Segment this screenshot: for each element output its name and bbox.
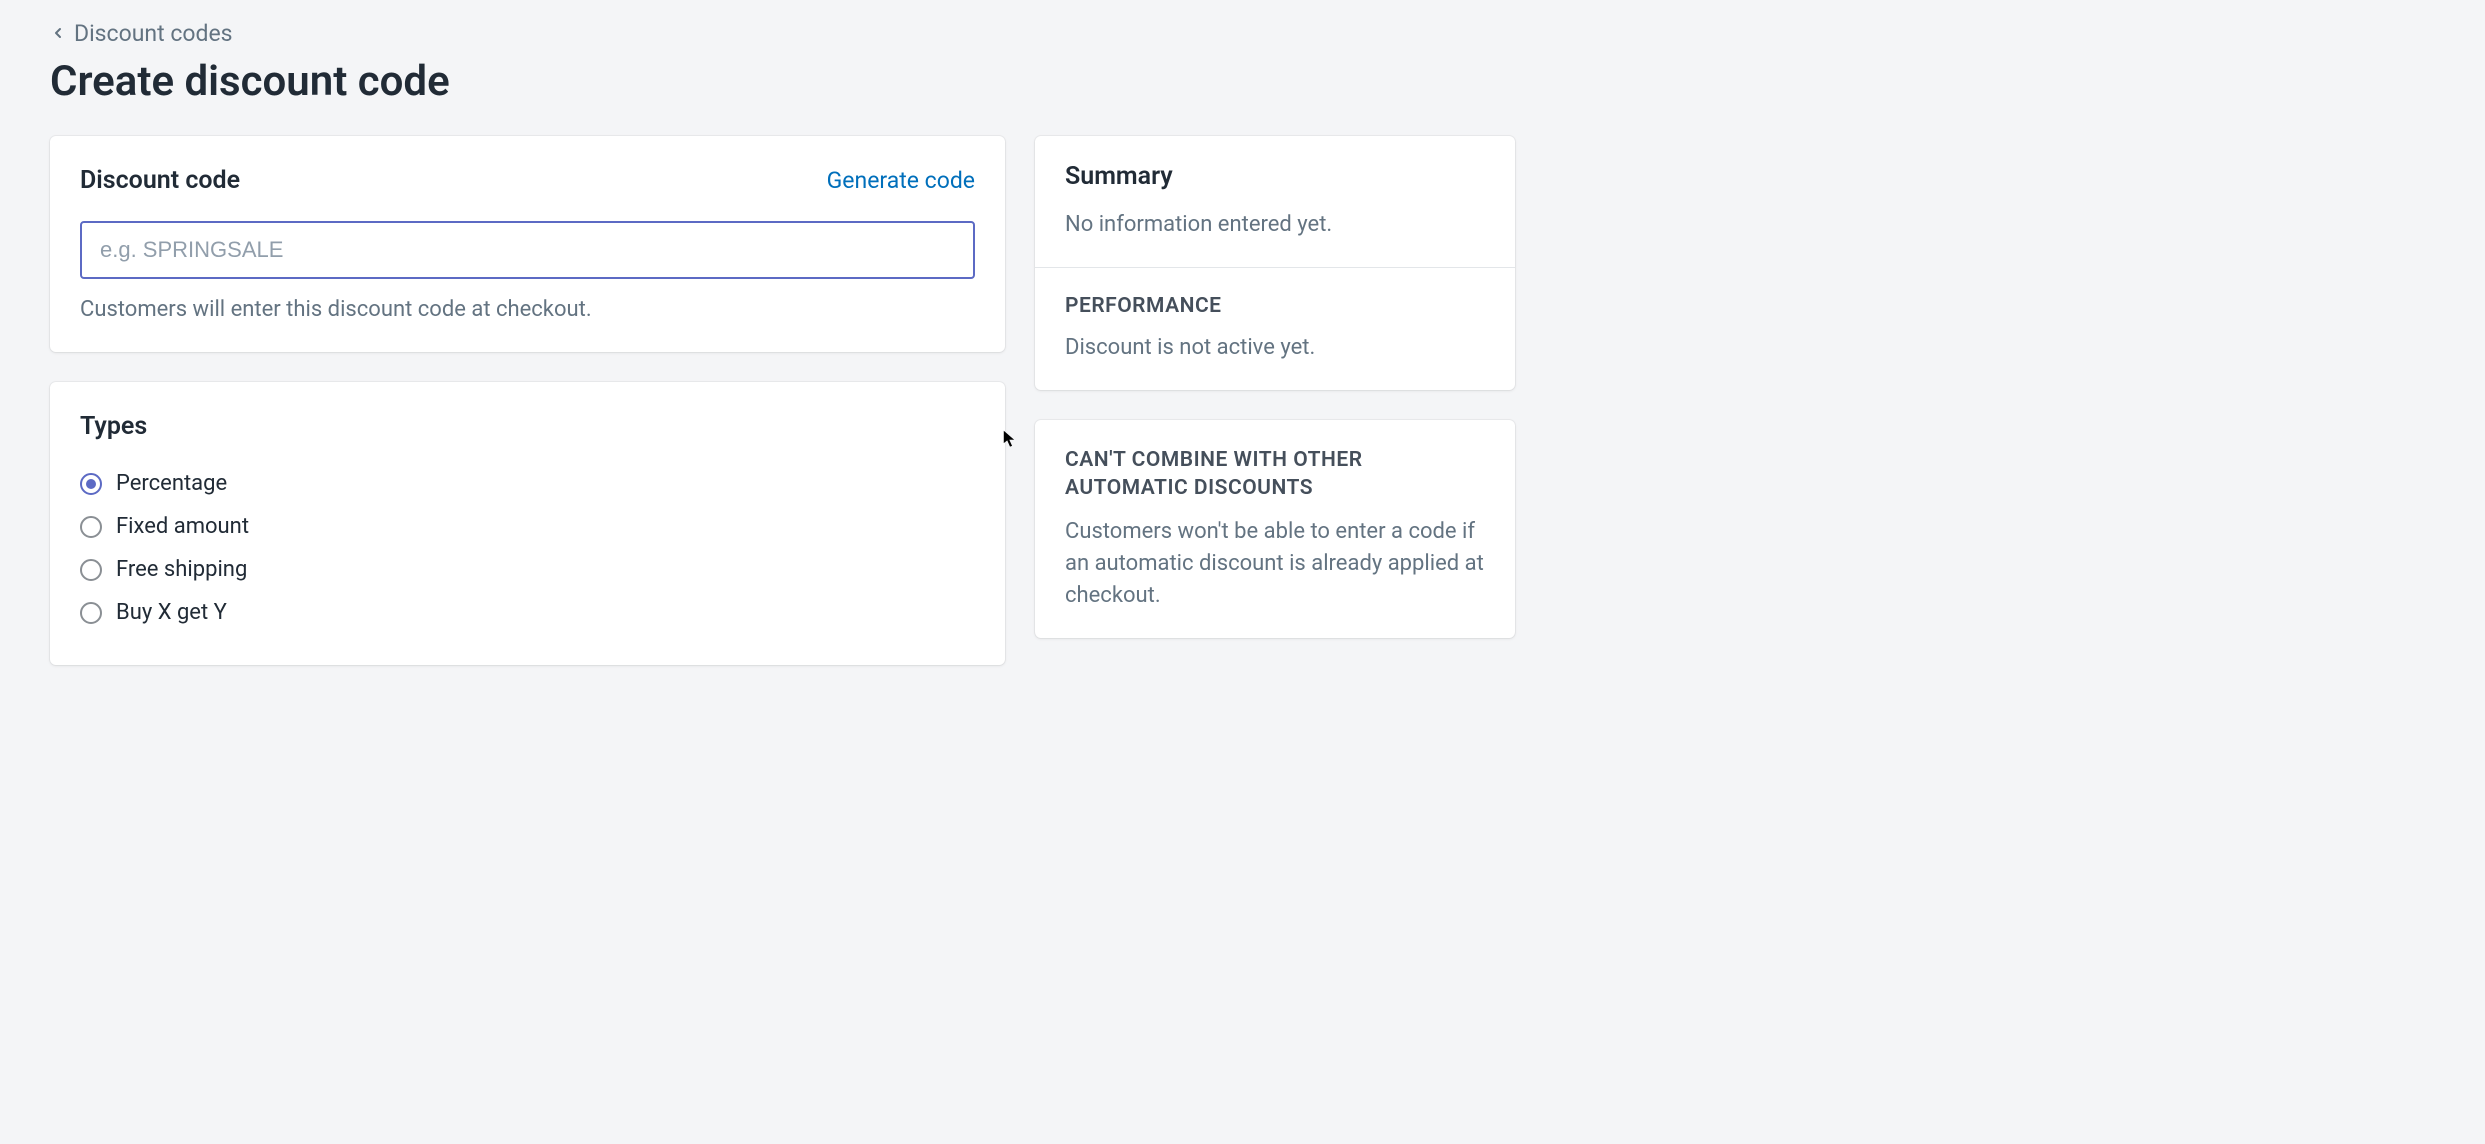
radio-icon	[80, 559, 102, 581]
type-radio-label: Percentage	[116, 471, 227, 496]
type-radio-free-shipping[interactable]: Free shipping	[80, 557, 975, 582]
type-radio-label: Fixed amount	[116, 514, 249, 539]
breadcrumb-label: Discount codes	[74, 20, 233, 47]
type-radio-fixed-amount[interactable]: Fixed amount	[80, 514, 975, 539]
performance-text: Discount is not active yet.	[1065, 332, 1485, 364]
discount-code-helper: Customers will enter this discount code …	[80, 297, 975, 322]
combine-card: CAN'T COMBINE WITH OTHER AUTOMATIC DISCO…	[1035, 420, 1515, 638]
discount-code-card: Discount code Generate code Customers wi…	[50, 136, 1005, 352]
discount-code-title: Discount code	[80, 166, 240, 195]
page-title: Create discount code	[50, 57, 2435, 106]
radio-icon	[80, 602, 102, 624]
radio-icon	[80, 516, 102, 538]
radio-icon	[80, 473, 102, 495]
chevron-left-icon	[50, 20, 66, 47]
discount-code-input[interactable]	[80, 221, 975, 279]
types-title: Types	[80, 412, 975, 441]
summary-card: Summary No information entered yet. PERF…	[1035, 136, 1515, 390]
type-radio-label: Buy X get Y	[116, 600, 227, 625]
breadcrumb[interactable]: Discount codes	[50, 20, 2435, 47]
performance-heading: PERFORMANCE	[1065, 294, 1485, 318]
type-radio-buy-x-get-y[interactable]: Buy X get Y	[80, 600, 975, 625]
type-radio-label: Free shipping	[116, 557, 247, 582]
combine-body: Customers won't be able to enter a code …	[1065, 516, 1485, 612]
summary-title: Summary	[1065, 162, 1485, 191]
type-radio-percentage[interactable]: Percentage	[80, 471, 975, 496]
types-card: Types Percentage Fixed amount Free shippin…	[50, 382, 1005, 665]
generate-code-link[interactable]: Generate code	[827, 167, 975, 194]
combine-heading: CAN'T COMBINE WITH OTHER AUTOMATIC DISCO…	[1065, 446, 1485, 503]
summary-empty-text: No information entered yet.	[1065, 209, 1485, 241]
